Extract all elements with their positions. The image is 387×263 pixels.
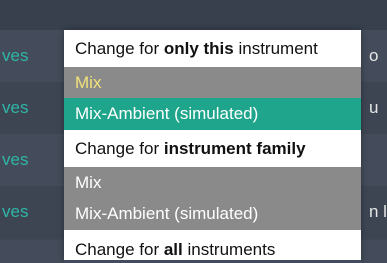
background-row-left-text: ves — [2, 150, 29, 169]
background-row-right-text: o — [369, 46, 379, 65]
section-header-all-instruments: Change for all instruments — [64, 230, 361, 260]
background-row-left-text: ves — [2, 98, 29, 117]
background-row-left-text: ves — [2, 202, 29, 221]
background-row-right-text: n l — [369, 202, 387, 221]
menu-option-mix-ambient-instrument-family[interactable]: Mix-Ambient (simulated) — [64, 198, 361, 230]
section-header-only-this-instrument: Change for only this instrument — [64, 30, 361, 67]
menu-option-mix-this-instrument[interactable]: Mix — [64, 67, 361, 98]
background-row-left-text: ves — [2, 46, 29, 65]
menu-option-mix-ambient-this-instrument-selected[interactable]: Mix-Ambient (simulated) — [64, 98, 361, 130]
mic-position-popup-menu: Change for only this instrument Mix Mix-… — [64, 30, 361, 263]
top-bar — [0, 0, 387, 30]
background-row-right-text: u — [369, 98, 379, 117]
menu-option-mix-instrument-family[interactable]: Mix — [64, 167, 361, 198]
section-header-instrument-family: Change for instrument family — [64, 130, 361, 167]
